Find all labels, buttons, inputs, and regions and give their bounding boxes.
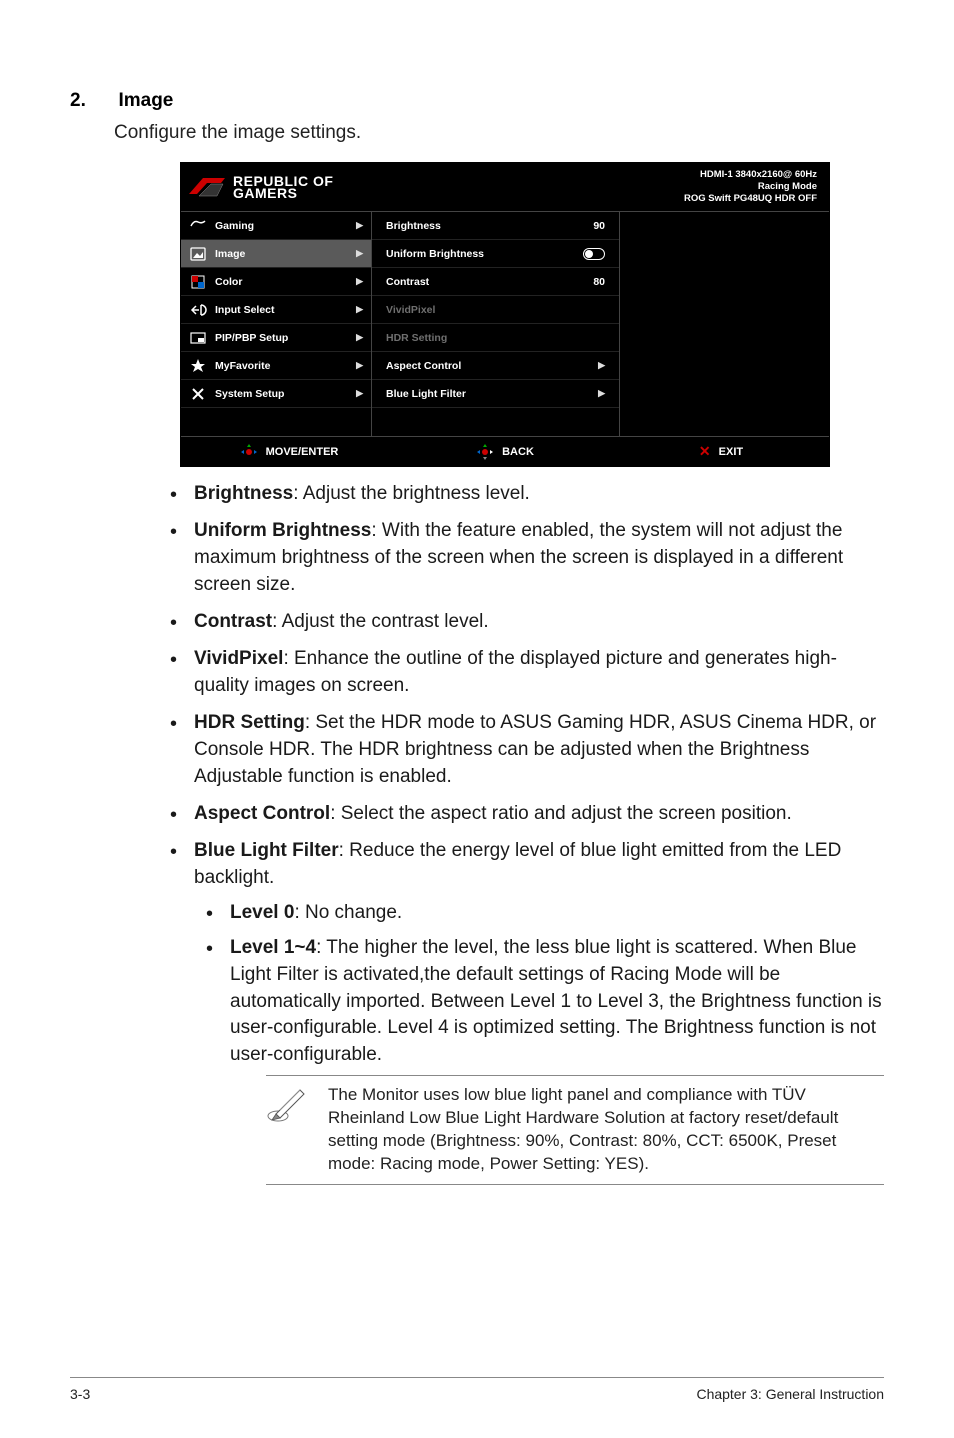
osd-status-mode: Racing Mode bbox=[684, 181, 817, 193]
setting-label: Aspect Control bbox=[386, 360, 461, 372]
page-number: 3-3 bbox=[70, 1386, 90, 1402]
setting-label: VividPixel bbox=[386, 304, 435, 316]
setting-label: Contrast bbox=[386, 276, 429, 288]
chevron-right-icon: ▶ bbox=[356, 360, 363, 371]
setting-value: 80 bbox=[593, 276, 605, 288]
nav-myfavorite[interactable]: MyFavorite ▶ bbox=[181, 352, 371, 380]
page-footer: 3-3 Chapter 3: General Instruction bbox=[70, 1377, 884, 1402]
joystick-back-icon bbox=[476, 443, 494, 461]
chapter-label: Chapter 3: General Instruction bbox=[696, 1386, 884, 1402]
section-title: Image bbox=[118, 90, 173, 112]
setting-blue-light-filter[interactable]: Blue Light Filter ▶ bbox=[372, 380, 619, 408]
section-subtitle: Configure the image settings. bbox=[114, 122, 884, 144]
footer-move-enter: MOVE/ENTER bbox=[181, 443, 397, 461]
feature-list: Brightness: Adjust the brightness level.… bbox=[158, 481, 884, 1185]
setting-label: Blue Light Filter bbox=[386, 388, 466, 400]
nav-image[interactable]: Image ▶ bbox=[181, 240, 371, 268]
setting-label: Brightness bbox=[386, 220, 441, 232]
osd-status-resolution: HDMI-1 3840x2160@ 60Hz bbox=[684, 169, 817, 181]
nav-label: Image bbox=[215, 248, 356, 260]
setting-brightness[interactable]: Brightness 90 bbox=[372, 212, 619, 240]
setting-aspect-control[interactable]: Aspect Control ▶ bbox=[372, 352, 619, 380]
footer-exit: ✕ EXIT bbox=[613, 443, 829, 460]
osd-footer: MOVE/ENTER BACK ✕ EXIT bbox=[181, 436, 829, 466]
note-text: The Monitor uses low blue light panel an… bbox=[328, 1084, 884, 1176]
chevron-right-icon: ▶ bbox=[356, 304, 363, 315]
osd-settings: Brightness 90 Uniform Brightness Contras… bbox=[371, 212, 619, 436]
setting-label: HDR Setting bbox=[386, 332, 447, 344]
close-x-icon: ✕ bbox=[699, 443, 711, 460]
chevron-right-icon: ▶ bbox=[356, 388, 363, 399]
chevron-right-icon: ▶ bbox=[356, 248, 363, 259]
input-icon bbox=[189, 301, 207, 319]
color-icon bbox=[189, 273, 207, 291]
footer-back: BACK bbox=[397, 443, 613, 461]
list-item: Aspect Control: Select the aspect ratio … bbox=[158, 801, 884, 828]
nav-label: System Setup bbox=[215, 388, 356, 400]
gaming-icon bbox=[189, 217, 207, 235]
nav-label: Input Select bbox=[215, 304, 356, 316]
setting-uniform-brightness[interactable]: Uniform Brightness bbox=[372, 240, 619, 268]
nav-pip-pbp[interactable]: PIP/PBP Setup ▶ bbox=[181, 324, 371, 352]
list-item: Level 1~4: The higher the level, the les… bbox=[194, 935, 884, 1186]
setting-vividpixel: VividPixel bbox=[372, 296, 619, 324]
osd-header: REPUBLIC OF GAMERS HDMI-1 3840x2160@ 60H… bbox=[181, 163, 829, 212]
tools-icon bbox=[189, 385, 207, 403]
chevron-right-icon: ▶ bbox=[356, 332, 363, 343]
setting-hdr: HDR Setting bbox=[372, 324, 619, 352]
chevron-right-icon: ▶ bbox=[356, 220, 363, 231]
nav-label: Color bbox=[215, 276, 356, 288]
nav-label: MyFavorite bbox=[215, 360, 356, 372]
toggle-off-icon[interactable] bbox=[583, 248, 605, 260]
list-item: Contrast: Adjust the contrast level. bbox=[158, 609, 884, 636]
joystick-move-icon bbox=[240, 443, 258, 461]
nav-color[interactable]: Color ▶ bbox=[181, 268, 371, 296]
nav-label: Gaming bbox=[215, 220, 356, 232]
list-item: Level 0: No change. bbox=[194, 900, 884, 927]
pencil-note-icon bbox=[266, 1084, 310, 1124]
list-item: VividPixel: Enhance the outline of the d… bbox=[158, 646, 884, 700]
chevron-right-icon: ▶ bbox=[598, 360, 605, 371]
pip-icon bbox=[189, 329, 207, 347]
rog-logo-icon bbox=[187, 174, 227, 200]
osd-nav: Gaming ▶ Image ▶ Color ▶ Input Select ▶ bbox=[181, 212, 371, 436]
star-icon bbox=[189, 357, 207, 375]
note-block: The Monitor uses low blue light panel an… bbox=[266, 1075, 884, 1185]
chevron-right-icon: ▶ bbox=[356, 276, 363, 287]
image-icon bbox=[189, 245, 207, 263]
nav-label: PIP/PBP Setup bbox=[215, 332, 356, 344]
sub-feature-list: Level 0: No change. Level 1~4: The highe… bbox=[194, 900, 884, 1186]
chevron-right-icon: ▶ bbox=[598, 388, 605, 399]
section-number: 2. bbox=[70, 90, 114, 112]
setting-contrast[interactable]: Contrast 80 bbox=[372, 268, 619, 296]
list-item: Blue Light Filter: Reduce the energy lev… bbox=[158, 838, 884, 1186]
list-item: HDR Setting: Set the HDR mode to ASUS Ga… bbox=[158, 710, 884, 791]
nav-gaming[interactable]: Gaming ▶ bbox=[181, 212, 371, 240]
setting-label: Uniform Brightness bbox=[386, 248, 484, 260]
list-item: Brightness: Adjust the brightness level. bbox=[158, 481, 884, 508]
nav-input-select[interactable]: Input Select ▶ bbox=[181, 296, 371, 324]
setting-value: 90 bbox=[593, 220, 605, 232]
osd-menu: REPUBLIC OF GAMERS HDMI-1 3840x2160@ 60H… bbox=[180, 162, 830, 467]
osd-status-model: ROG Swift PG48UQ HDR OFF bbox=[684, 193, 817, 205]
osd-side-panel bbox=[619, 212, 829, 436]
list-item: Uniform Brightness: With the feature ena… bbox=[158, 518, 884, 599]
nav-system-setup[interactable]: System Setup ▶ bbox=[181, 380, 371, 408]
